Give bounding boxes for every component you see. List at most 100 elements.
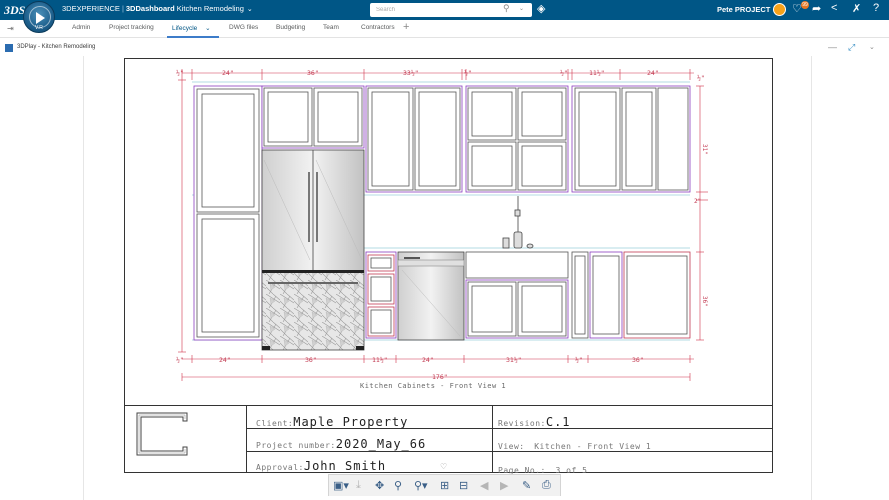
upper-cabinet-right[interactable] [571,85,691,193]
zoom-in-icon[interactable]: ⊞ [440,479,449,492]
view-value: Kitchen - Front View 1 [534,442,652,451]
dim-top-label: ½" [464,69,472,77]
upper-cabinet-middle[interactable] [365,85,463,193]
dim-right-label: 36" [701,296,708,307]
tab-dwg-files[interactable]: DWG files [229,24,258,31]
network-share-icon[interactable]: < [831,2,837,14]
upper-cabinet-over-fridge[interactable] [261,85,365,149]
tall-pantry-cabinet[interactable] [193,85,263,341]
tab-admin[interactable]: Admin [72,24,90,31]
base-cabinet-right[interactable] [571,251,691,339]
chevron-down-icon[interactable]: ⌄ [205,25,210,32]
dim-bottom-label: 24" [219,356,231,364]
dim-bottom-label: ½" [575,356,583,364]
client-label: Client: [256,419,294,428]
view-label: View: [498,442,525,451]
tab-lifecycle-label: Lifecycle [172,25,198,32]
project-number-field: Project number:2020_May_66 [256,433,426,452]
faucet [502,196,534,249]
compass-button[interactable]: V.R [23,1,55,33]
dim-top-label: ½" [560,69,568,77]
title-block-divider [246,405,247,473]
client-field: Client:Maple Property [256,411,408,430]
next-page-icon[interactable]: ▶ [500,479,508,492]
title-block [124,405,773,473]
tab-team[interactable]: Team [323,24,339,31]
chevron-down-icon[interactable]: ⌄ [247,5,253,13]
dim-top-label: 24" [222,69,234,77]
revision-value: C.1 [545,415,571,429]
zoom-menu-icon[interactable]: ⚲▾ [414,479,428,492]
dim-top-label: 24" [647,69,659,77]
brand-app: 3DDashboard [125,4,175,13]
viewer-toolbar: ▣▾ ⤓ ✥ ⚲ ⚲▾ ⊞ ⊟ ◀ ▶ ✎ ⎙ [328,474,561,496]
help-icon[interactable]: ? [873,2,879,14]
dim-overall-label: 176" [432,373,448,381]
upper-cabinet-over-sink[interactable] [465,85,569,193]
brand-title[interactable]: 3DEXPERIENCE | 3DDashboard Kitchen Remodel… [62,4,253,13]
project-number-value: 2020_May_66 [335,437,427,451]
dim-top-label: ½" [176,69,184,77]
search-input[interactable] [376,5,496,15]
dim-bottom-label: ½" [176,356,184,364]
markup-pen-icon[interactable]: ✎ [522,479,531,492]
search-icon[interactable]: ⚲ [503,3,510,14]
refrigerator[interactable] [261,149,365,351]
top-dimension-labels: 24" 36" 33½" ½" ½" 11½" 24" ½" ½" [176,69,705,82]
maximize-icon[interactable]: ⤢ [848,42,855,53]
dim-top-label: 33½" [403,69,419,77]
zoom-fit-icon[interactable]: ⚲ [394,479,402,492]
print-icon[interactable]: ⎙ [542,479,551,492]
dim-top-label: 36" [307,69,319,77]
approval-label: Approval: [256,463,304,472]
brand-dashboard: Kitchen Remodeling [176,4,244,13]
add-tab-icon[interactable]: + [403,21,409,33]
title-block-divider [492,405,493,473]
tag-icon[interactable]: ◈ [537,2,545,15]
chevron-down-icon[interactable]: ♡ [440,462,447,471]
tab-bar: ⇥ Admin Project tracking Lifecycle ⌄ DWG… [0,20,889,38]
chevron-down-icon[interactable]: ⌄ [869,43,875,51]
compass-label: V.R [35,25,43,31]
download-icon[interactable]: ⤓ [356,479,361,492]
drawer-stack[interactable] [365,251,397,339]
3dplay-icon [5,44,13,52]
search-dropdown-icon[interactable]: ⌄ [519,5,524,12]
tab-project-tracking[interactable]: Project tracking [109,24,154,31]
share-icon[interactable]: ➦ [812,2,821,15]
search-box[interactable]: ⚲ ⌄ [370,3,532,17]
tools-icon[interactable]: ✗ [852,2,861,15]
company-logo [136,412,188,456]
widget-header [0,38,889,56]
user-name[interactable]: Pete PROJECT [717,5,770,14]
brand-platform: 3DEXPERIENCE [62,4,120,13]
expand-panel-icon[interactable]: ⇥ [7,24,14,33]
view-field: View: Kitchen - Front View 1 [498,434,651,453]
dim-bottom-label: 36" [305,356,317,364]
tab-contractors[interactable]: Contractors [361,24,395,31]
tab-lifecycle[interactable]: Lifecycle ⌄ [172,24,211,32]
dishwasher[interactable] [397,251,465,341]
top-bar: 3DS V.R 3DEXPERIENCE | 3DDashboard Kitchen… [0,0,889,33]
avatar[interactable] [773,3,786,16]
revision-field: Revision:C.1 [498,411,571,430]
notification-badge: 99 [801,1,809,9]
dim-top-label: 11½" [589,69,605,77]
dim-bottom-label: 31½" [506,356,522,364]
brand-separator: | [121,4,124,13]
minimize-icon[interactable]: — [828,42,837,52]
revision-label: Revision: [498,419,546,428]
cabinet-drawing[interactable]: 24" 36" 33½" ½" ½" 11½" 24" ½" ½" 31" 2"… [124,58,773,403]
tab-budgeting[interactable]: Budgeting [276,24,305,31]
client-value: Maple Property [293,415,409,429]
image-menu-icon[interactable]: ▣▾ [333,479,349,492]
approval-field: Approval:John Smith [256,455,386,474]
left-dimension-line [178,79,186,353]
widget-title: 3DPlay - Kitchen Remodeling [17,44,96,50]
pan-icon[interactable]: ✥ [375,479,384,492]
sink-base-cabinet[interactable] [465,251,569,339]
previous-page-icon[interactable]: ◀ [480,479,488,492]
dim-bottom-label: 11½" [372,356,388,364]
dim-bottom-label: 24" [422,356,434,364]
zoom-out-icon[interactable]: ⊟ [459,479,468,492]
